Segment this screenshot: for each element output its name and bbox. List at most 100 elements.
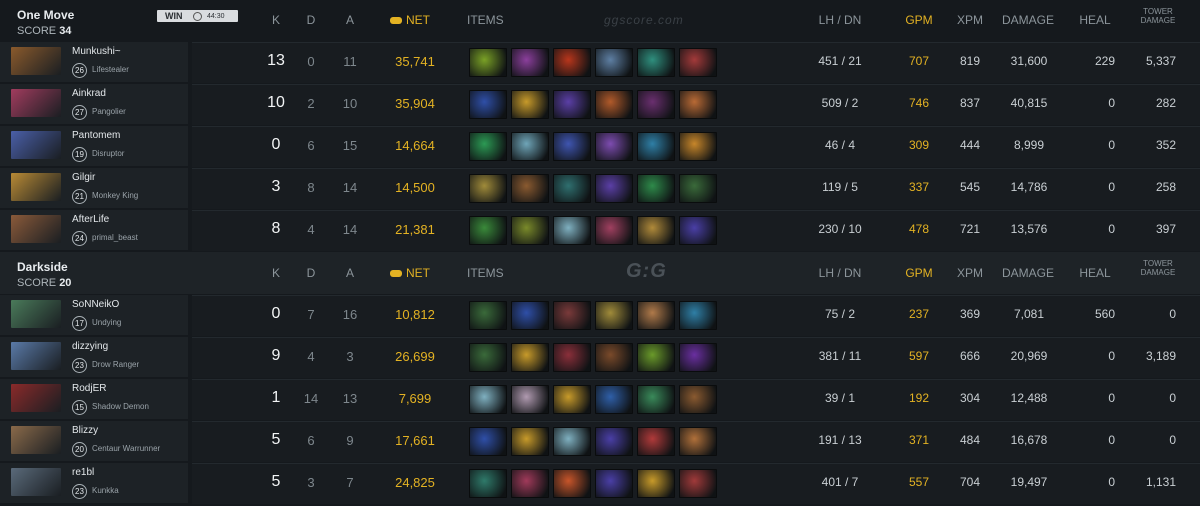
item-icon[interactable] [511,427,549,456]
player-name[interactable]: re1bl [72,467,94,478]
header-assists: A [345,13,354,27]
player-row[interactable]: Pantomem 19 Disruptor 0 6 15 14,664 46 / 4 309 44… [0,126,1200,167]
hero-portrait[interactable] [11,384,61,412]
hero-portrait[interactable] [11,89,61,117]
item-icon[interactable] [637,90,675,119]
item-icon[interactable] [679,174,717,203]
player-name[interactable]: Munkushi~ [72,46,121,57]
player-row[interactable]: RodjER 15 Shadow Demon 1 14 13 7,699 39 / 1 192 3… [0,379,1200,420]
item-icon[interactable] [511,48,549,77]
item-icon[interactable] [637,174,675,203]
item-icon[interactable] [637,343,675,372]
net-worth: 17,661 [395,433,435,448]
item-icon[interactable] [469,216,507,245]
item-icon[interactable] [511,385,549,414]
player-row[interactable]: dizzying 23 Drow Ranger 9 4 3 26,699 381 / 11 59… [0,337,1200,378]
item-icon[interactable] [553,216,591,245]
item-icon[interactable] [679,343,717,372]
item-icon[interactable] [679,427,717,456]
player-row[interactable]: Blizzy 20 Centaur Warrunner 5 6 9 17,661 191 / … [0,421,1200,462]
item-icon[interactable] [679,385,717,414]
player-name[interactable]: Ainkrad [72,88,106,99]
player-row[interactable]: SoNNeikO 17 Undying 0 7 16 10,812 75 / 2 237 369 7… [0,295,1200,336]
item-icon[interactable] [595,301,633,330]
item-icon[interactable] [595,343,633,372]
item-icon[interactable] [511,216,549,245]
item-icon[interactable] [679,301,717,330]
player-row[interactable]: Ainkrad 27 Pangolier 10 2 10 35,904 509 / 2 746 8… [0,84,1200,125]
item-icon[interactable] [679,132,717,161]
player-name[interactable]: Blizzy [72,425,98,436]
item-icon[interactable] [637,469,675,498]
item-icon[interactable] [595,469,633,498]
tower-damage: 397 [1155,222,1176,236]
item-icon[interactable] [469,385,507,414]
healing: 0 [1108,391,1115,405]
item-icon[interactable] [637,385,675,414]
hero-portrait[interactable] [11,342,61,370]
item-icon[interactable] [469,174,507,203]
hero-portrait[interactable] [11,215,61,243]
hero-portrait[interactable] [11,131,61,159]
last-hits-denies: 451 / 21 [818,54,862,68]
player-name[interactable]: RodjER [72,383,106,394]
item-icon[interactable] [679,469,717,498]
player-name[interactable]: Pantomem [72,130,120,141]
item-icon[interactable] [469,48,507,77]
assists: 15 [342,138,358,153]
item-icon[interactable] [595,216,633,245]
item-icon[interactable] [595,48,633,77]
item-icon[interactable] [637,427,675,456]
item-icon[interactable] [595,132,633,161]
item-icon[interactable] [511,90,549,119]
clock-icon [193,11,202,21]
item-icon[interactable] [679,216,717,245]
item-icon[interactable] [553,132,591,161]
kills: 9 [271,347,281,364]
item-icon[interactable] [553,469,591,498]
item-icon[interactable] [595,385,633,414]
item-icon[interactable] [469,343,507,372]
item-icon[interactable] [553,174,591,203]
player-name[interactable]: dizzying [72,341,108,352]
player-name[interactable]: Gilgir [72,172,95,183]
item-icon[interactable] [553,90,591,119]
hero-portrait[interactable] [11,47,61,75]
item-icon[interactable] [469,132,507,161]
item-icon[interactable] [469,301,507,330]
item-icon[interactable] [679,48,717,77]
hero-portrait[interactable] [11,426,61,454]
item-icon[interactable] [553,427,591,456]
item-icon[interactable] [637,48,675,77]
xpm: 304 [959,391,981,405]
item-icon[interactable] [469,427,507,456]
item-icon[interactable] [511,174,549,203]
item-icon[interactable] [637,132,675,161]
item-icon[interactable] [553,48,591,77]
item-icon[interactable] [637,216,675,245]
item-icon[interactable] [511,301,549,330]
item-icon[interactable] [511,469,549,498]
player-row[interactable]: Gilgir 21 Monkey King 3 8 14 14,500 119 / 5 337 5… [0,168,1200,209]
player-row[interactable]: Munkushi~ 26 Lifestealer 13 0 11 35,741 451 / 2… [0,42,1200,83]
item-icon[interactable] [469,469,507,498]
hero-portrait[interactable] [11,173,61,201]
item-icon[interactable] [679,90,717,119]
item-icon[interactable] [595,427,633,456]
item-icon[interactable] [553,301,591,330]
item-slots [469,469,717,498]
player-name[interactable]: AfterLife [72,214,109,225]
hero-portrait[interactable] [11,300,61,328]
item-icon[interactable] [553,343,591,372]
item-icon[interactable] [511,132,549,161]
item-icon[interactable] [511,343,549,372]
item-icon[interactable] [637,301,675,330]
item-icon[interactable] [469,90,507,119]
item-icon[interactable] [553,385,591,414]
hero-portrait[interactable] [11,468,61,496]
player-row[interactable]: AfterLife 24 primal_beast 8 4 14 21,381 230 / 1… [0,210,1200,251]
item-icon[interactable] [595,174,633,203]
item-icon[interactable] [595,90,633,119]
player-row[interactable]: re1bl 23 Kunkka 5 3 7 24,825 401 / 7 557 704 19,49… [0,463,1200,504]
player-name[interactable]: SoNNeikO [72,299,119,310]
